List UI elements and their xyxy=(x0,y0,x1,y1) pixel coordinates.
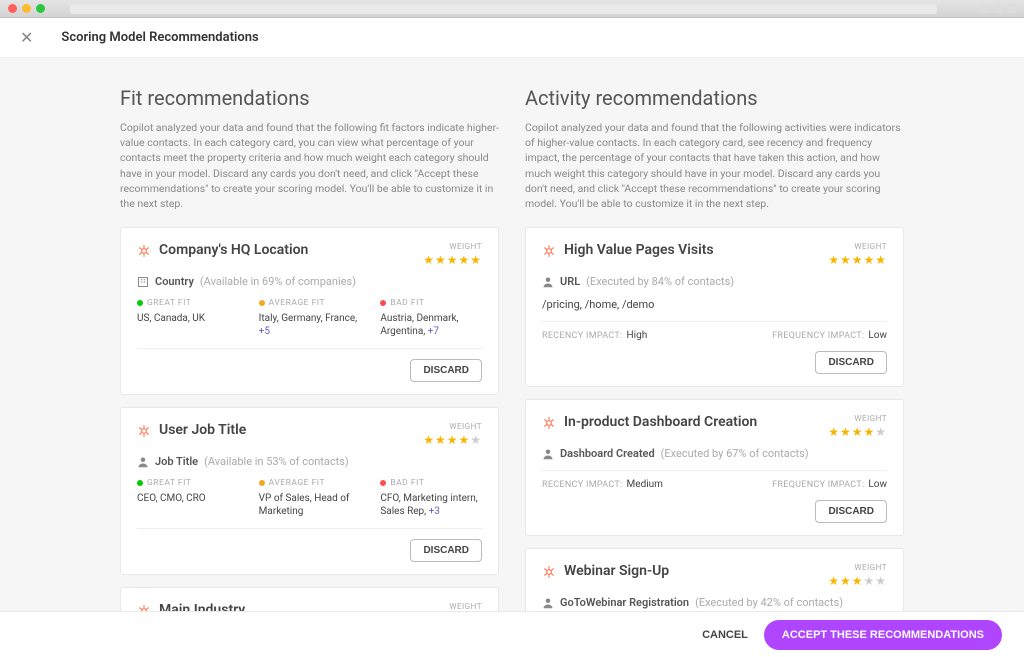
weight-stars: ★★★★★ xyxy=(423,433,482,447)
bad-fit-value: CFO, Marketing intern, Sales Rep, +3 xyxy=(380,492,482,518)
weight-label: WEIGHT xyxy=(828,414,887,423)
frequency-impact-label: FREQUENCY IMPACT: xyxy=(772,331,864,341)
availability: (Available in 53% of contacts) xyxy=(204,455,349,468)
availability: (Executed by 84% of contacts) xyxy=(586,275,734,288)
footer-bar: CANCEL ACCEPT THESE RECOMMENDATIONS xyxy=(0,611,1024,657)
card-title: Webinar Sign-Up xyxy=(564,563,669,579)
accept-recommendations-button[interactable]: ACCEPT THESE RECOMMENDATIONS xyxy=(764,620,1002,650)
cancel-button[interactable]: CANCEL xyxy=(702,629,748,641)
card-title: High Value Pages Visits xyxy=(564,242,714,258)
sprocket-icon xyxy=(542,564,556,578)
fit-card: Main Industry WEIGHT ★★★★★ Industry (Ava… xyxy=(120,587,499,611)
great-fit-label: GREAT FIT xyxy=(147,478,191,488)
availability: (Available in 69% of companies) xyxy=(200,275,356,288)
activity-heading: Activity recommendations xyxy=(525,86,904,110)
great-fit-label: GREAT FIT xyxy=(147,298,191,308)
url-list: /pricing, /home, /demo xyxy=(542,298,887,311)
url-bar[interactable] xyxy=(70,4,937,14)
dot-red-icon xyxy=(380,480,386,486)
field-name: GoToWebinar Registration xyxy=(560,596,689,609)
card-title: In-product Dashboard Creation xyxy=(564,414,757,430)
bad-fit-label: BAD FIT xyxy=(390,478,424,488)
field-name: Dashboard Created xyxy=(560,447,655,460)
availability: (Executed by 67% of contacts) xyxy=(661,447,809,460)
recency-impact-value: High xyxy=(627,330,648,341)
sprocket-icon xyxy=(137,243,151,257)
mac-minimize-icon[interactable] xyxy=(22,4,31,13)
weight-label: WEIGHT xyxy=(828,563,887,572)
discard-button[interactable]: DISCARD xyxy=(815,351,887,374)
weight-label: WEIGHT xyxy=(828,242,887,251)
recency-impact-label: RECENCY IMPACT: xyxy=(542,331,623,341)
card-title: Company's HQ Location xyxy=(159,242,308,258)
recency-impact-value: Medium xyxy=(627,479,663,490)
page-header: ✕ Scoring Model Recommendations xyxy=(0,18,1024,58)
weight-stars: ★★★★★ xyxy=(828,253,887,267)
user-icon xyxy=(542,276,554,288)
field-name: URL xyxy=(560,275,580,288)
page-title: Scoring Model Recommendations xyxy=(61,30,258,45)
close-icon[interactable]: ✕ xyxy=(20,28,33,47)
average-fit-label: AVERAGE FIT xyxy=(269,298,325,308)
browser-tab-icon xyxy=(1007,4,1016,13)
mac-close-icon[interactable] xyxy=(8,4,17,13)
card-title: User Job Title xyxy=(159,422,246,438)
weight-label: WEIGHT xyxy=(423,602,482,611)
frequency-impact-value: Low xyxy=(868,479,887,490)
average-fit-label: AVERAGE FIT xyxy=(269,478,325,488)
great-fit-value: CEO, CMO, CRO xyxy=(137,492,239,505)
activity-column: Activity recommendations Copilot analyze… xyxy=(525,86,904,611)
field-name: Country xyxy=(155,275,194,288)
discard-button[interactable]: DISCARD xyxy=(410,359,482,382)
sprocket-icon xyxy=(137,603,151,611)
frequency-impact-label: FREQUENCY IMPACT: xyxy=(772,480,864,490)
dot-yellow-icon xyxy=(259,480,265,486)
activity-card: In-product Dashboard Creation WEIGHT ★★★… xyxy=(525,399,904,536)
user-icon xyxy=(542,597,554,609)
fit-column: Fit recommendations Copilot analyzed you… xyxy=(120,86,499,611)
frequency-impact-value: Low xyxy=(868,330,887,341)
dot-yellow-icon xyxy=(259,300,265,306)
sprocket-icon xyxy=(542,243,556,257)
activity-description: Copilot analyzed your data and found tha… xyxy=(525,120,904,211)
dot-red-icon xyxy=(380,300,386,306)
field-name: Job Title xyxy=(155,455,198,468)
sprocket-icon xyxy=(137,423,151,437)
weight-stars: ★★★★★ xyxy=(423,253,482,267)
user-icon xyxy=(137,456,149,468)
bad-fit-value: Austria, Denmark, Argentina, +7 xyxy=(380,312,482,338)
main-content: Fit recommendations Copilot analyzed you… xyxy=(0,58,1024,611)
user-icon xyxy=(542,448,554,460)
average-fit-value: VP of Sales, Head of Marketing xyxy=(259,492,361,518)
weight-stars: ★★★★★ xyxy=(828,425,887,439)
dot-green-icon xyxy=(137,300,143,306)
fit-heading: Fit recommendations xyxy=(120,86,499,110)
dot-green-icon xyxy=(137,480,143,486)
discard-button[interactable]: DISCARD xyxy=(815,500,887,523)
weight-label: WEIGHT xyxy=(423,422,482,431)
bad-fit-label: BAD FIT xyxy=(390,298,424,308)
activity-card: Webinar Sign-Up WEIGHT ★★★★★ GoToWebinar… xyxy=(525,548,904,611)
fit-card: User Job Title WEIGHT ★★★★★ Job Title (A… xyxy=(120,407,499,575)
activity-card: High Value Pages Visits WEIGHT ★★★★★ URL… xyxy=(525,227,904,387)
sprocket-icon xyxy=(542,415,556,429)
fit-card: Company's HQ Location WEIGHT ★★★★★ Count… xyxy=(120,227,499,395)
great-fit-value: US, Canada, UK xyxy=(137,312,239,325)
recency-impact-label: RECENCY IMPACT: xyxy=(542,480,623,490)
browser-tab-icon xyxy=(981,4,990,13)
browser-tab-icon xyxy=(994,4,1003,13)
discard-button[interactable]: DISCARD xyxy=(410,539,482,562)
building-icon xyxy=(137,276,149,288)
availability: (Executed by 42% of contacts) xyxy=(695,596,843,609)
window-chrome xyxy=(0,0,1024,18)
mac-fullscreen-icon[interactable] xyxy=(36,4,45,13)
card-title: Main Industry xyxy=(159,602,245,611)
weight-label: WEIGHT xyxy=(423,242,482,251)
fit-description: Copilot analyzed your data and found tha… xyxy=(120,120,499,211)
weight-stars: ★★★★★ xyxy=(828,574,887,588)
average-fit-value: Italy, Germany, France, +5 xyxy=(259,312,361,338)
